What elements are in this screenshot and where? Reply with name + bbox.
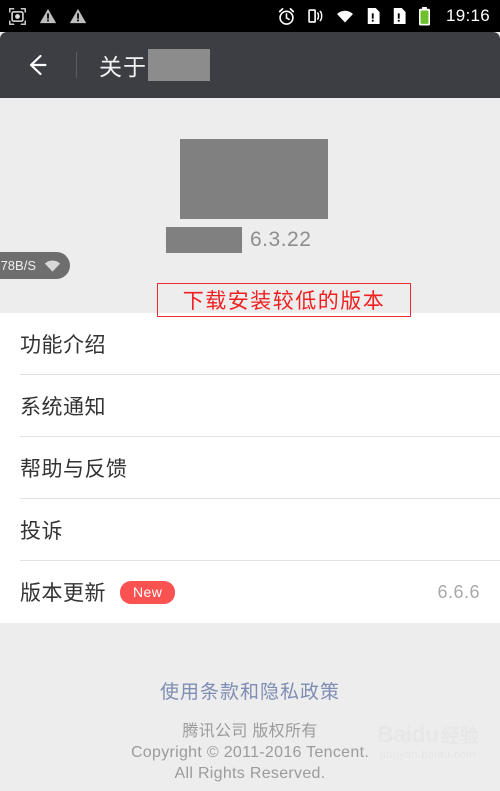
list-item-label: 投诉 xyxy=(20,520,63,543)
copyright-line: Copyright © 2011-2016 Tencent. xyxy=(130,744,370,762)
app-header: 关于 xyxy=(0,32,500,98)
sim1-alert-icon xyxy=(367,8,380,24)
settings-list: 功能介绍 系统通知 帮助与反馈 投诉 版本更新 New 6.6.6 xyxy=(0,313,500,623)
list-item[interactable]: 系统通知 xyxy=(0,375,500,437)
list-item-label: 系统通知 xyxy=(20,396,106,419)
list-item-version-update[interactable]: 版本更新 New 6.6.6 xyxy=(0,561,500,623)
copyright-line: All Rights Reserved. xyxy=(174,765,326,783)
status-bar: 19:16 xyxy=(0,0,500,32)
phone-screen: 19:16 关于 6.3.22 78B/S 下载安装较低的版本 功能介绍 系统通… xyxy=(0,0,500,791)
warning-triangle-icon xyxy=(69,8,87,24)
terms-privacy-link[interactable]: 使用条款和隐私政策 xyxy=(0,677,500,704)
app-version-row: 6.3.22 xyxy=(166,227,311,253)
list-item-label: 功能介绍 xyxy=(20,334,106,357)
app-version-text: 6.3.22 xyxy=(250,228,312,251)
header-divider xyxy=(76,52,77,78)
list-item-label: 版本更新 xyxy=(20,582,106,605)
status-bar-right-icons: 19:16 xyxy=(277,6,490,26)
page-title: 关于 xyxy=(99,48,210,82)
redaction-box-app-title xyxy=(166,227,242,253)
redaction-box-app-logo xyxy=(180,139,328,219)
annotation-text: 下载安装较低的版本 xyxy=(182,290,386,313)
wifi-icon xyxy=(44,260,61,272)
list-item[interactable]: 帮助与反馈 xyxy=(0,437,500,499)
vibrate-icon xyxy=(308,9,323,23)
status-bar-clock: 19:16 xyxy=(445,6,490,25)
list-item-label: 帮助与反馈 xyxy=(20,458,128,481)
copyright-block: 腾讯公司 版权所有 Copyright © 2011-2016 Tencent.… xyxy=(0,721,500,784)
network-speed-overlay[interactable]: 78B/S xyxy=(0,252,70,279)
network-speed-text: 78B/S xyxy=(0,258,36,273)
list-item[interactable]: 功能介绍 xyxy=(0,313,500,375)
copyright-line: 腾讯公司 版权所有 xyxy=(182,723,318,740)
alarm-clock-icon xyxy=(278,7,295,25)
redaction-box-app-name xyxy=(148,49,210,81)
screenshot-icon xyxy=(9,7,26,25)
list-item[interactable]: 投诉 xyxy=(0,499,500,561)
annotation-box: 下载安装较低的版本 xyxy=(157,283,411,317)
back-arrow-icon[interactable] xyxy=(22,50,52,80)
battery-icon xyxy=(418,6,430,25)
list-item-value: 6.6.6 xyxy=(437,581,480,602)
warning-triangle-icon xyxy=(39,8,57,24)
wifi-icon xyxy=(336,10,353,23)
page-title-text: 关于 xyxy=(99,54,147,80)
page-footer: 使用条款和隐私政策 腾讯公司 版权所有 Copyright © 2011-201… xyxy=(0,623,500,791)
status-badge: New xyxy=(120,580,176,604)
app-info-hero: 6.3.22 xyxy=(0,98,500,313)
status-bar-left-icons xyxy=(8,7,87,25)
sim2-alert-icon xyxy=(393,8,406,24)
